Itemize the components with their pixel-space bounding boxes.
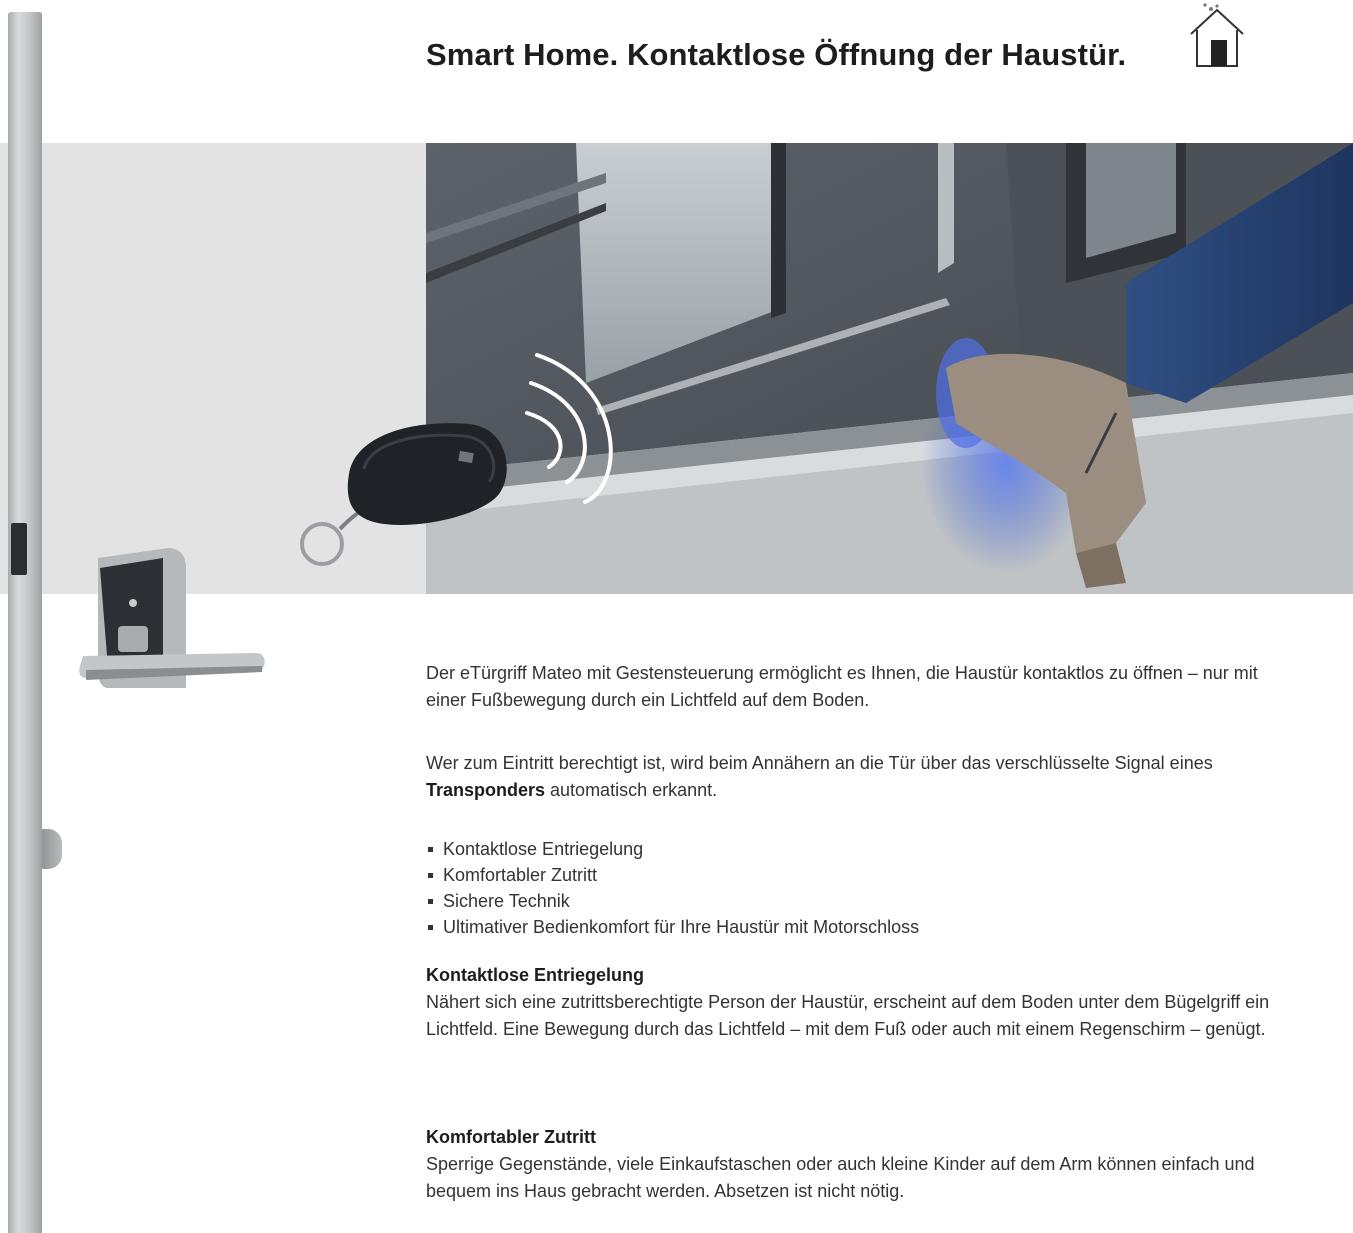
home-wifi-icon: [1190, 3, 1244, 67]
list-item: Ultimativer Bedienkomfort für Ihre Haust…: [426, 914, 1286, 940]
intro-paragraph: Der eTürgriff Mateo mit Gestensteuerung …: [426, 663, 1258, 710]
page-title: Smart Home. Kontaktlose Öffnung der Haus…: [426, 37, 1127, 72]
section-heading: Komfortabler Zutritt: [426, 1127, 596, 1147]
bar-handle-front: [8, 12, 42, 1233]
bar-handle-sensor: [11, 523, 27, 575]
transponder-fob-image: [300, 423, 507, 566]
bar-handle-mount-bottom: [40, 829, 62, 869]
transponder-term: Transponders: [426, 780, 546, 800]
signal-waves-icon: [525, 353, 613, 504]
transponder-paragraph: Wer zum Eintritt berechtigt ist, wird be…: [426, 750, 1286, 804]
lever-handle-image: [79, 548, 265, 688]
section-body: Nähert sich eine zutrittsberechtigte Per…: [426, 992, 1270, 1039]
section-contactless: Kontaktlose Entriegelung Nähert sich ein…: [426, 962, 1286, 1043]
section-heading: Kontaktlose Entriegelung: [426, 965, 645, 985]
section-body: Sperrige Gegenstände, viele Einkaufstasc…: [426, 1154, 1255, 1201]
transponder-paragraph-start: Wer zum Eintritt berechtigt ist, wird be…: [426, 753, 1213, 773]
feature-list: Kontaktlose Entriegelung Komfortabler Zu…: [426, 836, 1286, 940]
list-item: Komfortabler Zutritt: [426, 862, 1286, 888]
list-item: Kontaktlose Entriegelung: [426, 836, 1286, 862]
transponder-paragraph-end: automatisch erkannt.: [545, 780, 718, 800]
list-item: Sichere Technik: [426, 888, 1286, 914]
section-comfort: Komfortabler Zutritt Sperrige Gegenständ…: [426, 1124, 1286, 1205]
